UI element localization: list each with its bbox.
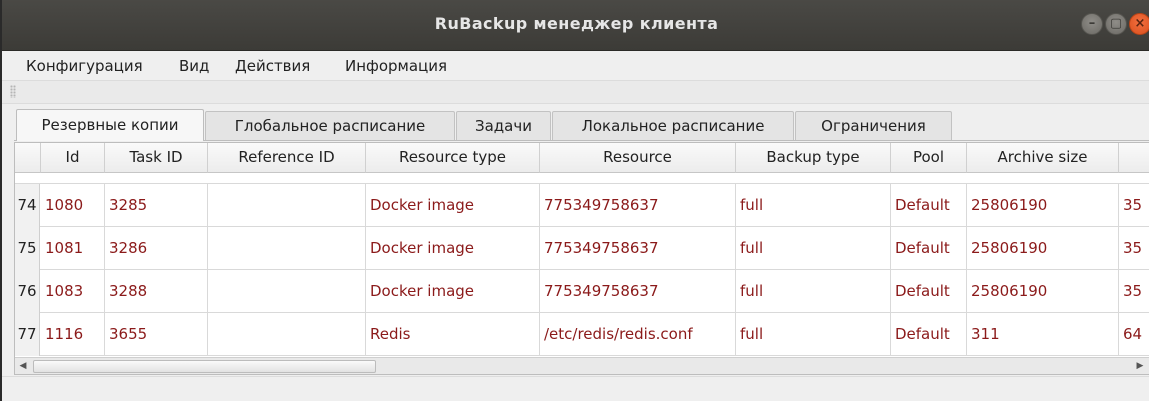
- header-next-column[interactable]: [1119, 143, 1149, 173]
- row-number[interactable]: 74: [15, 184, 40, 227]
- cell-resource-type[interactable]: Docker image: [366, 270, 540, 313]
- cell-pool[interactable]: Default: [891, 227, 967, 270]
- cell-id[interactable]: 1116: [41, 313, 105, 356]
- menu-information[interactable]: Информация: [345, 57, 447, 75]
- cell-archive-size[interactable]: 25806190: [967, 184, 1119, 227]
- cell-backup-type[interactable]: full: [736, 270, 891, 313]
- cell-pool[interactable]: Default: [891, 184, 967, 227]
- cell-resource-type[interactable]: Docker image: [366, 227, 540, 270]
- row-number[interactable]: 75: [15, 227, 40, 270]
- tab-global-schedule[interactable]: Глобальное расписание: [205, 111, 455, 140]
- row-number[interactable]: 76: [15, 270, 40, 313]
- cell-resource[interactable]: /etc/redis/redis.conf: [540, 313, 736, 356]
- scroll-right-icon[interactable]: ▶: [1132, 358, 1148, 374]
- cell-id[interactable]: 1081: [41, 227, 105, 270]
- cell-reference-id[interactable]: [208, 184, 366, 227]
- window-title: RuBackup менеджер клиента: [434, 14, 719, 33]
- partial-table-row: [15, 173, 1149, 184]
- header-id[interactable]: Id: [41, 143, 105, 173]
- header-reference-id[interactable]: Reference ID: [208, 143, 366, 173]
- backups-table: Id Task ID Reference ID Resource type Re…: [14, 142, 1149, 375]
- cell-backup-type[interactable]: full: [736, 184, 891, 227]
- header-resource[interactable]: Resource: [540, 143, 736, 173]
- cell-reference-id[interactable]: [208, 313, 366, 356]
- cell-reference-id[interactable]: [208, 227, 366, 270]
- horizontal-scrollbar[interactable]: ◀ ▶: [15, 357, 1149, 374]
- tab-backups[interactable]: Резервные копии: [16, 109, 204, 141]
- cell-archive-size[interactable]: 311: [967, 313, 1119, 356]
- cell-task-id[interactable]: 3655: [105, 313, 208, 356]
- cell-backup-type[interactable]: full: [736, 313, 891, 356]
- cell-next-column[interactable]: 35: [1119, 184, 1149, 227]
- header-resource-type[interactable]: Resource type: [366, 143, 540, 173]
- cell-resource-type[interactable]: Docker image: [366, 184, 540, 227]
- header-archive-size[interactable]: Archive size: [967, 143, 1119, 173]
- cell-pool[interactable]: Default: [891, 313, 967, 356]
- header-pool[interactable]: Pool: [891, 143, 967, 173]
- cell-next-column[interactable]: 64: [1119, 313, 1149, 356]
- close-button[interactable]: ×: [1129, 13, 1149, 35]
- cell-resource[interactable]: 775349758637: [540, 227, 736, 270]
- status-bar: [2, 376, 1149, 401]
- cell-archive-size[interactable]: 25806190: [967, 227, 1119, 270]
- cell-next-column[interactable]: 35: [1119, 270, 1149, 313]
- cell-resource[interactable]: 775349758637: [540, 270, 736, 313]
- menu-bar: Конфигурация Вид Действия Информация: [2, 51, 1149, 80]
- cell-backup-type[interactable]: full: [736, 227, 891, 270]
- scrollbar-thumb[interactable]: [33, 360, 376, 373]
- cell-reference-id[interactable]: [208, 270, 366, 313]
- tab-tasks[interactable]: Задачи: [456, 111, 551, 140]
- cell-next-column[interactable]: 35: [1119, 227, 1149, 270]
- header-task-id[interactable]: Task ID: [105, 143, 208, 173]
- toolbar-grip-handle[interactable]: [10, 85, 16, 98]
- cell-resource-type[interactable]: Redis: [366, 313, 540, 356]
- table-row[interactable]: 74 1080 3285 Docker image 775349758637 full De…: [15, 184, 1149, 227]
- menu-configuration[interactable]: Конфигурация: [26, 57, 143, 75]
- cell-task-id[interactable]: 3288: [105, 270, 208, 313]
- cell-resource[interactable]: 775349758637: [540, 184, 736, 227]
- tab-restrictions[interactable]: Ограничения: [795, 111, 952, 140]
- tab-local-schedule[interactable]: Локальное расписание: [552, 111, 794, 140]
- scroll-left-icon[interactable]: ◀: [15, 358, 31, 374]
- header-backup-type[interactable]: Backup type: [736, 143, 891, 173]
- minimize-button[interactable]: –: [1081, 13, 1103, 35]
- header-corner: [15, 143, 41, 173]
- cell-task-id[interactable]: 3286: [105, 227, 208, 270]
- table-row[interactable]: 75 1081 3286 Docker image 775349758637 full De…: [15, 227, 1149, 270]
- cell-pool[interactable]: Default: [891, 270, 967, 313]
- title-bar[interactable]: RuBackup менеджер клиента – ▢ ×: [2, 0, 1149, 51]
- menu-actions[interactable]: Действия: [235, 57, 310, 75]
- row-number[interactable]: 77: [15, 313, 40, 356]
- cell-id[interactable]: 1080: [41, 184, 105, 227]
- toolbar: [2, 80, 1149, 104]
- tab-bar: Резервные копии Глобальное расписание За…: [16, 109, 1146, 141]
- table-row[interactable]: 76 1083 3288 Docker image 775349758637 full De…: [15, 270, 1149, 313]
- cell-archive-size[interactable]: 25806190: [967, 270, 1119, 313]
- maximize-button[interactable]: ▢: [1105, 13, 1127, 35]
- cell-task-id[interactable]: 3285: [105, 184, 208, 227]
- menu-view[interactable]: Вид: [179, 57, 209, 75]
- cell-id[interactable]: 1083: [41, 270, 105, 313]
- app-window: RuBackup менеджер клиента – ▢ × Конфигур…: [0, 0, 1149, 401]
- table-row[interactable]: 77 1116 3655 Redis/etc/redis/redis.conf full…: [15, 313, 1149, 356]
